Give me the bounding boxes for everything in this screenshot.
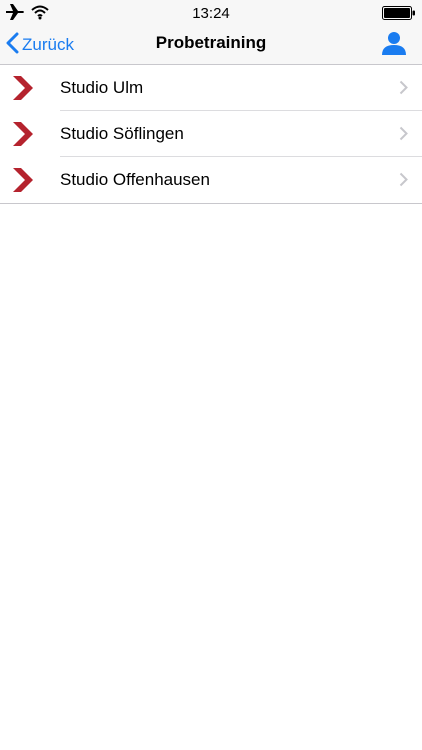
page-title: Probetraining: [155, 33, 267, 52]
status-time: 13:24: [192, 5, 230, 22]
list-item-label: Studio Ulm: [60, 78, 144, 97]
person-icon: [382, 31, 406, 60]
list-item-label: Studio Offenhausen: [60, 170, 210, 189]
profile-button[interactable]: [379, 30, 409, 60]
red-chevron-icon: [11, 167, 35, 193]
navigation-bar: Zurück Probetraining: [0, 26, 422, 65]
red-chevron-icon: [11, 75, 35, 101]
list-item-label: Studio Söflingen: [60, 124, 184, 143]
battery-icon: [382, 6, 416, 25]
status-bar: 13:24: [0, 0, 422, 26]
list-item[interactable]: Studio Söflingen: [0, 111, 422, 157]
red-chevron-icon: [11, 121, 35, 147]
studio-list: Studio Ulm Studio Söflingen Studio Offen…: [0, 65, 422, 204]
list-item[interactable]: Studio Ulm: [0, 65, 422, 111]
chevron-right-icon: [399, 172, 408, 187]
list-item[interactable]: Studio Offenhausen: [0, 157, 422, 203]
chevron-right-icon: [399, 80, 408, 95]
chevron-right-icon: [399, 126, 408, 141]
